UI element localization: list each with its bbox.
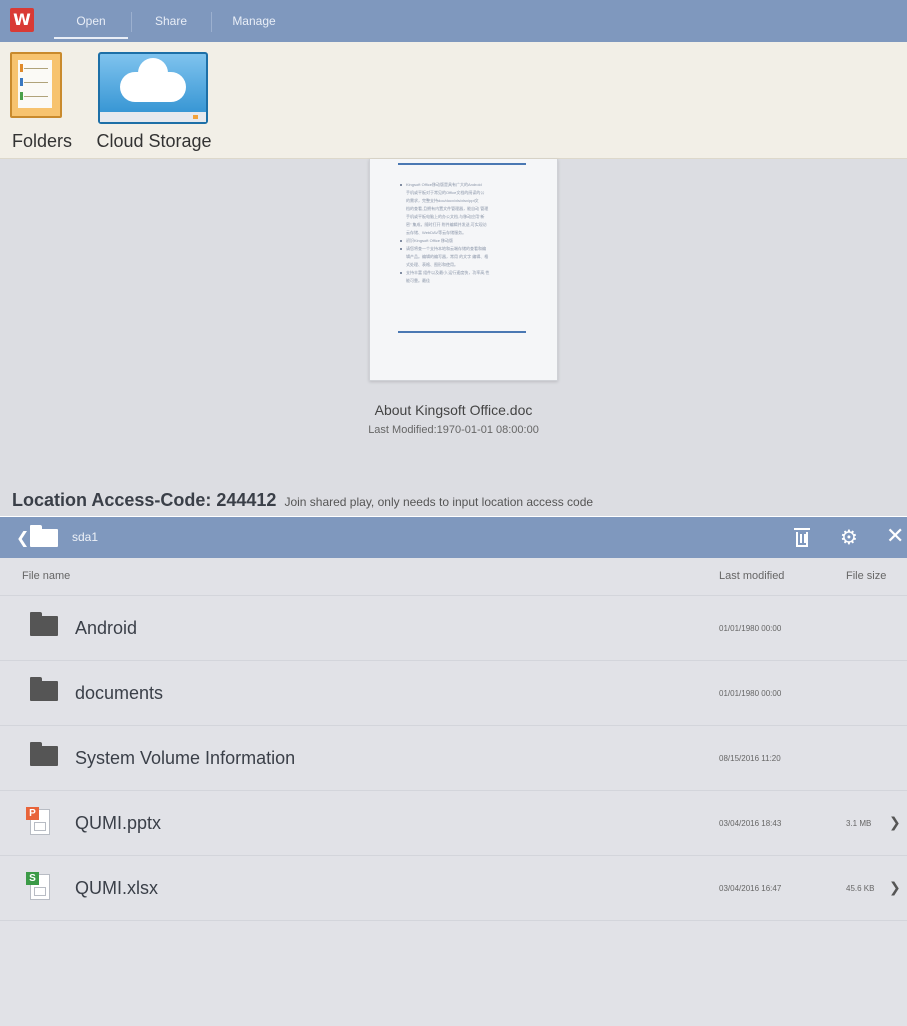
document-thumbnail-line: 辑产品。编辑的编写器，常用 的文字 编辑、格 <box>406 254 489 259</box>
document-thumbnail-line: Kingsoft Office移动版是具有广大的Android <box>400 181 532 189</box>
file-name: documents <box>75 683 164 703</box>
tab-divider <box>211 12 212 32</box>
file-modified: 08/15/2016 11:20 <box>719 754 781 763</box>
app-topbar: W Open Share Manage <box>0 0 907 42</box>
document-preview-area: Kingsoft Office移动版是具有广大的Android 手机或平板对于常见… <box>0 159 907 516</box>
document-thumbnail-line: 档的查看,且拥有内置文件管理器，能自动 管理 <box>406 206 489 211</box>
document-thumbnail-line: 的需求，完整支持doc/docx/xls/xlsx/ppt文 <box>406 198 479 203</box>
tab-manage[interactable]: Manage <box>214 0 294 42</box>
close-icon[interactable]: ✕ <box>886 525 907 549</box>
folder-icon <box>30 612 58 636</box>
wps-logo-icon[interactable]: W <box>10 8 34 32</box>
access-code: Location Access-Code: 244412 <box>12 490 277 510</box>
file-row-qumi-xlsx[interactable]: S QUMI.xlsx 03/04/2016 16:47 45.6 KB ❯ <box>0 855 907 921</box>
document-last-modified: Last Modified:1970-01-01 08:00:00 <box>368 424 539 436</box>
tab-open[interactable]: Open <box>54 0 128 42</box>
file-name: QUMI.pptx <box>75 813 162 833</box>
file-size: 45.6 KB <box>846 884 875 893</box>
document-thumbnail-line: 能可靠。最佳 <box>406 278 430 283</box>
column-header-size[interactable]: File size <box>846 570 886 582</box>
folder-icon <box>30 677 58 701</box>
document-thumbnail-line: 请您将查一个支持本地和云端存储的查看和编 <box>400 245 532 253</box>
document-name: About Kingsoft Office.doc <box>374 402 533 418</box>
file-list: File name Last modified File size Androi… <box>0 558 907 1026</box>
chevron-right-icon[interactable]: ❯ <box>889 815 901 831</box>
chevron-right-icon[interactable]: ❯ <box>889 880 901 896</box>
file-row-qumi-pptx[interactable]: P QUMI.pptx 03/04/2016 18:43 3.1 MB ❯ <box>0 790 907 856</box>
chevron-left-icon[interactable]: ❮ <box>16 529 29 547</box>
folders-icon <box>10 52 62 118</box>
file-name: System Volume Information <box>75 748 296 768</box>
column-header-name[interactable]: File name <box>22 570 70 582</box>
document-thumbnail-line: 密" 集成，随时打开 附件编辑并发送,可实现访 <box>406 222 487 227</box>
document-thumbnail-line: 云存储、WebDAV等云存储服务。 <box>406 230 467 235</box>
current-path: sda1 <box>72 530 99 544</box>
document-thumbnail[interactable]: Kingsoft Office移动版是具有广大的Android 手机或平板对于常见… <box>369 159 558 381</box>
file-size: 3.1 MB <box>846 819 872 828</box>
document-thumbnail-line: 手机或平板电脑上的办公文档,与移动应用"新 <box>406 214 485 219</box>
folder-icon <box>30 742 58 766</box>
file-modified: 03/04/2016 16:47 <box>719 884 782 893</box>
cloud-storage-button[interactable]: Cloud Storage <box>84 42 224 158</box>
row-divider <box>0 920 907 922</box>
file-row-documents[interactable]: documents 01/01/1980 00:00 <box>0 660 907 726</box>
file-row-android[interactable]: Android 01/01/1980 00:00 <box>0 595 907 661</box>
tab-divider <box>131 12 132 32</box>
gear-icon[interactable]: ⚙ <box>838 526 860 548</box>
tab-share[interactable]: Share <box>134 0 208 42</box>
file-browser-header: ❮ sda1 ⚙ ✕ <box>0 517 907 558</box>
folders-button[interactable]: Folders <box>0 42 84 158</box>
access-code-bar: Location Access-Code: 244412 Join shared … <box>12 490 593 511</box>
folder-icon <box>30 525 58 547</box>
file-name: QUMI.xlsx <box>75 878 158 898</box>
ribbon: Folders Cloud Storage <box>0 42 907 159</box>
trash-icon[interactable] <box>794 528 810 547</box>
document-thumbnail-text: Kingsoft Office移动版是具有广大的Android 手机或平板对于常见… <box>400 181 532 285</box>
document-thumbnail-line: 式处理、表格、图形和使用。 <box>406 262 458 267</box>
file-modified: 01/01/1980 00:00 <box>719 624 782 633</box>
cloud-storage-icon <box>98 52 208 124</box>
folders-label: Folders <box>11 131 73 151</box>
file-modified: 03/04/2016 18:43 <box>719 819 782 828</box>
file-modified: 01/01/1980 00:00 <box>719 689 782 698</box>
access-code-hint: Join shared play, only needs to input lo… <box>284 495 594 509</box>
document-thumbnail-line: 支持丰富 组件以及最小,运行速度快，功率高,性 <box>400 269 532 277</box>
column-header-modified[interactable]: Last modified <box>719 570 784 582</box>
file-row-system-volume-information[interactable]: System Volume Information 08/15/2016 11:… <box>0 725 907 791</box>
cloud-storage-label: Cloud Storage <box>96 131 212 151</box>
file-name: Android <box>75 618 138 638</box>
document-thumbnail-line: 初识Kingsoft Office 移动版 <box>400 237 532 245</box>
document-thumbnail-line: 手机或平板对于常见的Office文档的阅读的公 <box>406 190 485 195</box>
